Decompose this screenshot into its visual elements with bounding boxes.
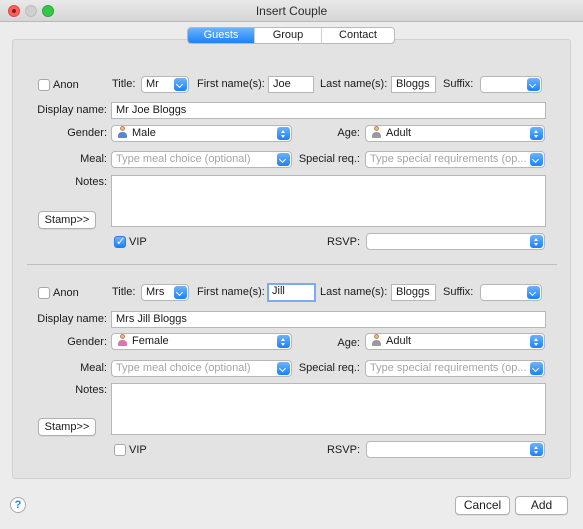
- notes-label: Notes:: [75, 384, 107, 396]
- vip-checkbox[interactable]: [114, 444, 126, 456]
- guest-divider: [27, 264, 557, 265]
- title-select[interactable]: Mr: [141, 76, 189, 93]
- chevron-down-icon: [277, 153, 290, 166]
- rsvp-select[interactable]: [366, 441, 545, 458]
- up-down-arrows-icon: [277, 335, 290, 348]
- age-label: Age:: [337, 127, 360, 139]
- rsvp-label: RSVP:: [326, 444, 360, 456]
- adult-person-icon: [371, 334, 382, 346]
- tab-group[interactable]: Group: [255, 28, 322, 43]
- chevron-down-icon: [277, 362, 290, 375]
- tab-bar: Guests Group Contact: [187, 27, 395, 44]
- cancel-button[interactable]: Cancel: [455, 496, 510, 515]
- up-down-arrows-icon: [277, 127, 290, 140]
- title-bar: Insert Couple: [0, 0, 583, 22]
- chevron-down-icon: [174, 78, 187, 91]
- up-down-arrows-icon: [530, 335, 543, 348]
- title-label: Title:: [112, 286, 136, 298]
- meal-combo[interactable]: Type meal choice (optional): [111, 151, 292, 168]
- window-title: Insert Couple: [255, 4, 328, 18]
- vip-label: VIP: [129, 236, 147, 248]
- rsvp-select[interactable]: [366, 233, 545, 250]
- chevron-down-icon: [530, 153, 543, 166]
- display-name-label: Display name:: [37, 313, 107, 325]
- female-person-icon: [117, 334, 128, 346]
- add-button[interactable]: Add: [515, 496, 568, 515]
- vip-checkbox[interactable]: [114, 235, 126, 248]
- first-name-input[interactable]: Jill: [267, 283, 316, 302]
- adult-person-icon: [371, 126, 382, 138]
- anon-checkbox[interactable]: [38, 79, 50, 91]
- anon-checkbox[interactable]: [38, 287, 50, 299]
- first-name-label: First name(s):: [197, 78, 265, 90]
- up-down-arrows-icon: [530, 443, 543, 456]
- last-name-input[interactable]: Bloggs: [391, 284, 436, 301]
- display-name-input[interactable]: Mrs Jill Bloggs: [111, 311, 546, 328]
- gender-select[interactable]: Male: [111, 125, 292, 142]
- gender-select[interactable]: Female: [111, 333, 292, 350]
- notes-textarea[interactable]: [111, 175, 546, 227]
- gender-label: Gender:: [67, 336, 107, 348]
- first-name-label: First name(s):: [197, 286, 265, 298]
- rsvp-label: RSVP:: [326, 236, 360, 248]
- chevron-down-icon: [527, 286, 540, 299]
- age-select[interactable]: Adult: [365, 125, 545, 142]
- stamp-button[interactable]: Stamp>>: [38, 418, 96, 436]
- meal-label: Meal:: [80, 153, 107, 165]
- tab-contact[interactable]: Contact: [322, 28, 394, 43]
- anon-label: Anon: [53, 287, 79, 299]
- special-req-combo[interactable]: Type special requirements (op...: [365, 151, 545, 168]
- last-name-label: Last name(s):: [320, 286, 388, 298]
- tab-guests[interactable]: Guests: [188, 28, 255, 43]
- last-name-label: Last name(s):: [320, 78, 388, 90]
- meal-label: Meal:: [80, 362, 107, 374]
- age-label: Age:: [337, 337, 360, 349]
- gender-label: Gender:: [67, 127, 107, 139]
- title-select[interactable]: Mrs: [141, 284, 189, 301]
- notes-textarea[interactable]: [111, 383, 546, 435]
- display-name-label: Display name:: [37, 104, 107, 116]
- display-name-input[interactable]: Mr Joe Bloggs: [111, 102, 546, 119]
- title-label: Title:: [112, 78, 136, 90]
- stamp-button[interactable]: Stamp>>: [38, 211, 96, 229]
- anon-label: Anon: [53, 79, 79, 91]
- special-req-combo[interactable]: Type special requirements (op...: [365, 360, 545, 377]
- chevron-down-icon: [530, 362, 543, 375]
- chevron-down-icon: [174, 286, 187, 299]
- last-name-input[interactable]: Bloggs: [391, 76, 436, 93]
- age-select[interactable]: Adult: [365, 333, 545, 350]
- suffix-label: Suffix:: [443, 286, 474, 298]
- meal-combo[interactable]: Type meal choice (optional): [111, 360, 292, 377]
- vip-label: VIP: [129, 444, 147, 456]
- up-down-arrows-icon: [530, 235, 543, 248]
- up-down-arrows-icon: [530, 127, 543, 140]
- first-name-input[interactable]: Joe: [268, 76, 314, 93]
- special-req-label: Special req.:: [298, 153, 360, 165]
- special-req-label: Special req.:: [298, 362, 360, 374]
- suffix-select[interactable]: [480, 76, 542, 93]
- chevron-down-icon: [527, 78, 540, 91]
- suffix-label: Suffix:: [443, 78, 474, 90]
- male-person-icon: [117, 126, 128, 138]
- notes-label: Notes:: [75, 176, 107, 188]
- suffix-select[interactable]: [480, 284, 542, 301]
- help-button[interactable]: ?: [10, 497, 26, 513]
